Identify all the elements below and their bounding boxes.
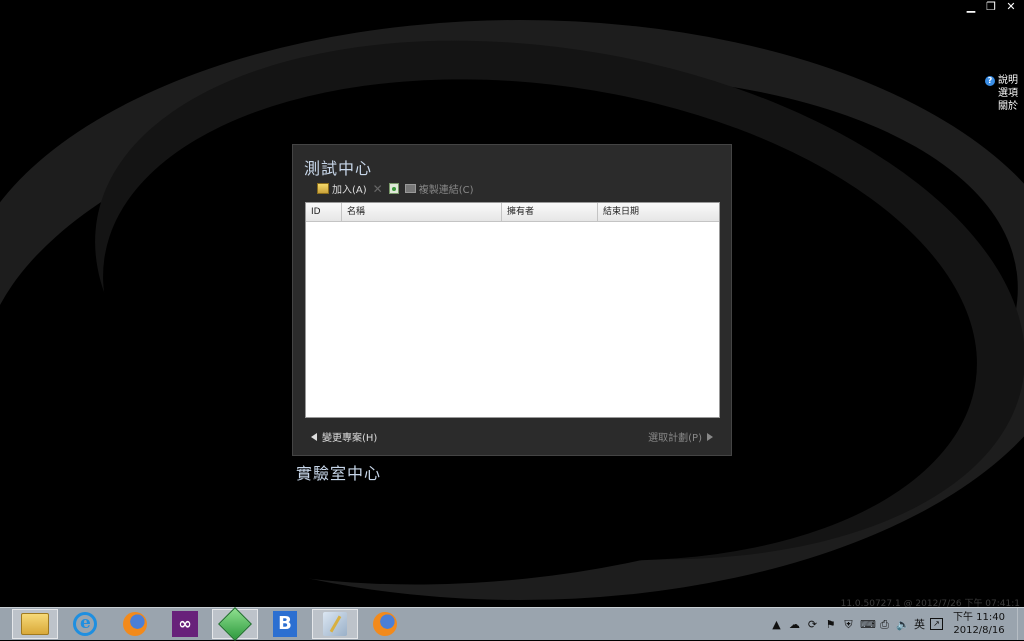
toolbar: 加入(A) ✕ 複製連結(C) [317,181,474,196]
select-plan-label: 選取計劃(P) [648,433,702,444]
window-controls: ▁ ❐ ✕ [964,0,1018,14]
help-label: 說明 [998,75,1018,86]
copy-icon [404,184,416,193]
taskbar: ∞ B ▲ ☁ ⟳ ⚑ ⛨ ⌨ ⎙ 🔈 英 ↗ 下午 11:40 2012/8/… [0,607,1024,641]
visual-studio-icon: ∞ [172,611,198,637]
help-link[interactable]: ? 說明 [985,74,1018,87]
arrow-left-icon [311,432,317,441]
clock-date: 2012/8/16 [953,625,1005,636]
sync-icon[interactable]: ⟳ [806,618,819,631]
taskbar-test-manager[interactable] [212,607,258,641]
options-link[interactable]: 選項 [985,87,1018,100]
test-plans-grid[interactable]: ID 名稱 擁有者 結束日期 [305,202,720,418]
refresh-icon[interactable] [388,183,399,194]
input-mode-icon[interactable]: ↗ [930,618,943,630]
volume-icon[interactable]: 🔈 [896,618,910,631]
side-menu: ? 說明 選項 關於 [985,74,1018,113]
cloud-icon[interactable]: ☁ [788,618,801,631]
panel-footer: 變更專案(H) 選取計劃(P) [311,429,713,444]
options-label: 選項 [998,88,1018,99]
column-owner[interactable]: 擁有者 [502,203,598,221]
network-icon[interactable]: ⌨ [860,618,876,631]
column-id[interactable]: ID [306,203,342,221]
close-button[interactable]: ✕ [1004,0,1018,14]
about-link[interactable]: 關於 [985,100,1018,113]
system-tray: ▲ ☁ ⟳ ⚑ ⛨ ⌨ ⎙ 🔈 英 ↗ 下午 11:40 2012/8/16 [770,608,1024,640]
add-icon [317,183,329,194]
internet-explorer-icon [73,612,97,636]
taskbar-firefox[interactable] [112,609,158,639]
ime-indicator[interactable]: 英 [914,616,925,632]
select-plan-button[interactable]: 選取計劃(P) [648,429,713,444]
testing-center-panel: 測試中心 加入(A) ✕ 複製連結(C) ID 名稱 擁有者 結束日期 變更專案… [292,144,732,456]
grid-header: ID 名稱 擁有者 結束日期 [306,203,719,222]
delete-icon[interactable]: ✕ [373,183,383,195]
arrow-right-icon [707,432,713,441]
copy-link-label: 複製連結(C) [418,185,474,196]
show-hidden-icons-icon[interactable]: ▲ [770,618,783,631]
taskbar-bing[interactable]: B [262,609,308,639]
paint-icon [323,612,347,636]
clock[interactable]: 下午 11:40 2012/8/16 [953,611,1005,637]
restore-button[interactable]: ❐ [984,0,998,14]
taskbar-internet-explorer[interactable] [62,609,108,639]
about-label: 關於 [998,101,1018,112]
lab-center-link[interactable]: 實驗室中心 [296,460,381,484]
taskbar-firefox-2[interactable] [362,609,408,639]
change-project-label: 變更專案(H) [322,433,378,444]
add-label: 加入(A) [332,185,367,196]
tray-icons: ▲ ☁ ⟳ ⚑ ⛨ ⌨ ⎙ 🔈 英 ↗ [770,616,943,632]
firefox-icon [123,612,147,636]
printer-icon[interactable]: ⎙ [878,618,891,631]
clock-time: 下午 11:40 [953,612,1005,623]
column-end-date[interactable]: 結束日期 [598,203,719,221]
taskbar-paint[interactable] [312,609,358,639]
show-desktop-button[interactable] [1017,608,1024,640]
firefox-icon [373,612,397,636]
taskbar-file-explorer[interactable] [12,609,58,639]
test-manager-icon [218,607,252,641]
add-button[interactable]: 加入(A) [317,181,367,196]
question-icon: ? [985,75,995,86]
copy-link-button[interactable]: 複製連結(C) [404,181,474,196]
taskbar-visual-studio[interactable]: ∞ [162,609,208,639]
bing-icon: B [273,611,297,637]
folder-icon [21,613,49,635]
panel-title: 測試中心 [304,159,373,178]
column-name[interactable]: 名稱 [342,203,502,221]
security-icon[interactable]: ⛨ [842,618,855,631]
minimize-button[interactable]: ▁ [964,0,978,14]
change-project-button[interactable]: 變更專案(H) [311,429,377,444]
taskbar-apps: ∞ B [12,607,408,641]
action-center-icon[interactable]: ⚑ [824,618,837,631]
